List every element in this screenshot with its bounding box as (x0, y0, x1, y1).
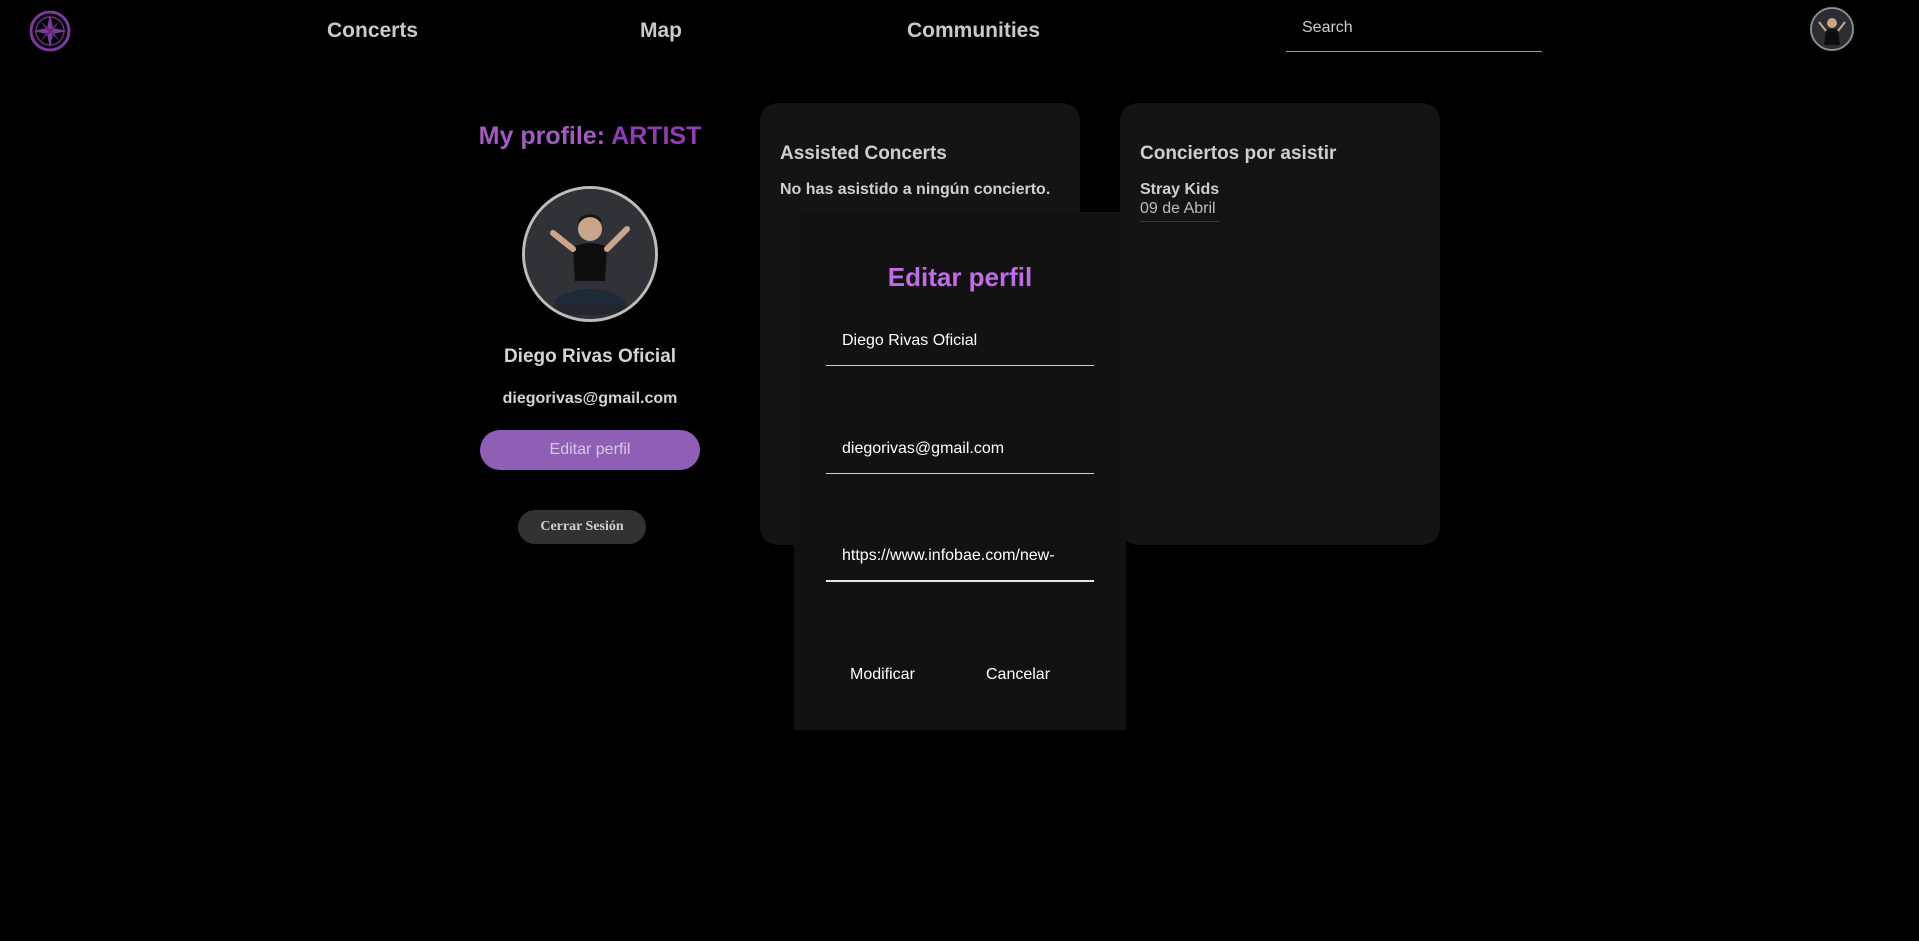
name-field[interactable] (826, 322, 1094, 365)
profile-heading: My profile: ARTIST (470, 122, 710, 151)
name-field-wrapper (826, 322, 1094, 366)
compass-logo-icon[interactable] (28, 9, 72, 53)
profile-heading-prefix: My profile: (478, 122, 612, 150)
email-field[interactable] (826, 430, 1094, 473)
nav-link-communities[interactable]: Communities (907, 19, 1040, 43)
concert-date: 09 de Abril (1140, 200, 1216, 217)
email-field-wrapper (826, 430, 1094, 474)
modify-button[interactable]: Modificar (850, 666, 915, 684)
profile-photo (522, 186, 658, 322)
upcoming-concerts-title: Conciertos por asistir (1140, 143, 1337, 164)
user-avatar[interactable] (1810, 7, 1854, 51)
edit-profile-modal: Editar perfil Modificar Cancelar (794, 212, 1126, 730)
profile-email: diegorivas@gmail.com (502, 390, 678, 407)
profile-name: Diego Rivas Oficial (503, 346, 677, 367)
concert-artist: Stray Kids (1140, 181, 1220, 198)
top-navbar: Concerts Map Communities (0, 0, 1919, 62)
assisted-concerts-empty: No has asistido a ningún concierto. (780, 181, 1051, 198)
upcoming-concerts-card: Conciertos por asistir Stray Kids 09 de … (1120, 103, 1440, 545)
cancel-button[interactable]: Cancelar (986, 666, 1050, 684)
modal-title: Editar perfil (887, 262, 1033, 292)
profile-role: ARTIST (611, 122, 702, 150)
image-url-field[interactable] (826, 538, 1094, 580)
edit-profile-button[interactable]: Editar perfil (480, 430, 700, 470)
nav-link-map[interactable]: Map (640, 19, 682, 43)
search-bar (1286, 8, 1542, 52)
assisted-concerts-title: Assisted Concerts (780, 143, 947, 164)
nav-link-concerts[interactable]: Concerts (327, 19, 418, 43)
image-url-field-wrapper (826, 538, 1094, 582)
list-item[interactable]: Stray Kids 09 de Abril (1140, 180, 1220, 222)
search-input[interactable] (1286, 8, 1542, 51)
logout-button[interactable]: Cerrar Sesión (518, 510, 646, 544)
